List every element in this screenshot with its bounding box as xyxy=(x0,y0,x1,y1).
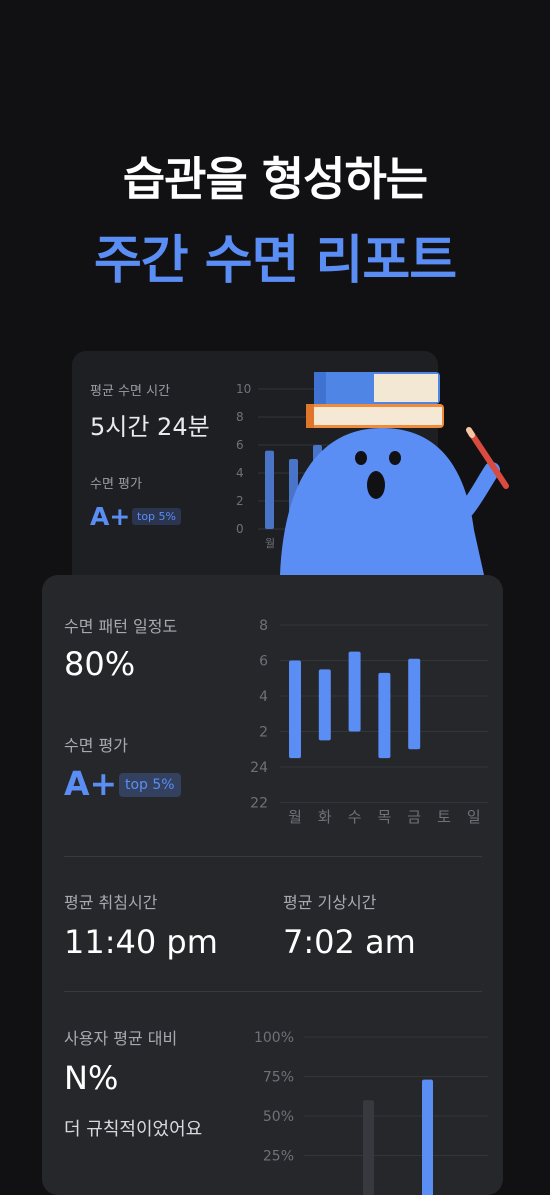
sleep-bar xyxy=(348,651,361,732)
back-y-tick: 8 xyxy=(236,410,244,424)
sleep-pattern-chart: 8 6 4 2 24 22 월화수목금토일 100% 75% 50% 25% xyxy=(250,618,488,1195)
compare-y-tick: 75% xyxy=(263,1070,294,1086)
compare-bar xyxy=(363,1100,374,1195)
compare-bar xyxy=(422,1079,433,1195)
x-tick-day: 금 xyxy=(407,808,421,826)
x-tick-day: 화 xyxy=(318,808,332,826)
weekly-report-card: 수면 패턴 일정도 80% 수면 평가 A+ top 5% 평균 취침시간 11… xyxy=(42,575,503,1195)
book-stack-icon xyxy=(306,372,444,428)
y-tick: 4 xyxy=(259,689,268,705)
back-y-tick: 6 xyxy=(236,438,244,452)
y-tick: 6 xyxy=(259,654,268,670)
compare-y-tick: 50% xyxy=(263,1109,294,1125)
compare-y-tick: 100% xyxy=(254,1030,294,1046)
y-tick: 24 xyxy=(250,760,268,776)
y-tick: 2 xyxy=(259,725,268,741)
y-tick: 22 xyxy=(250,796,268,812)
x-tick-day: 월 xyxy=(288,808,302,826)
x-tick-day: 목 xyxy=(377,808,391,826)
x-tick-day: 수 xyxy=(348,808,362,826)
x-tick-day: 일 xyxy=(467,808,481,826)
y-tick: 8 xyxy=(259,618,268,634)
compare-y-tick: 25% xyxy=(263,1149,294,1165)
back-y-tick: 0 xyxy=(236,522,244,536)
back-y-tick: 4 xyxy=(236,466,244,480)
sleep-bar xyxy=(289,660,301,759)
headline-line1: 습관을 형성하는 xyxy=(122,152,428,206)
back-y-tick: 10 xyxy=(236,382,251,396)
sleep-bar xyxy=(408,658,421,750)
mascot-illustration xyxy=(280,372,509,575)
sleep-bar xyxy=(378,672,391,759)
back-y-tick: 2 xyxy=(236,494,244,508)
x-tick-day: 토 xyxy=(437,808,451,826)
sleep-bar xyxy=(318,669,331,741)
headline-line2: 주간 수면 리포트 xyxy=(93,231,457,291)
